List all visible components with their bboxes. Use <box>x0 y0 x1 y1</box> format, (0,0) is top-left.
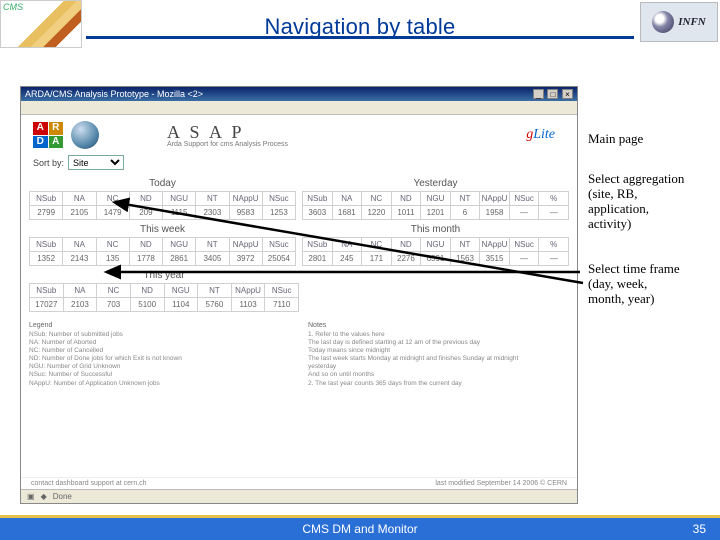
sort-label: Sort by: <box>33 158 64 168</box>
title-underline <box>86 36 634 39</box>
cms-logo <box>0 0 82 48</box>
annot-main: Main page <box>588 132 643 147</box>
section-today: Today <box>29 174 296 191</box>
page-content: A R D A A S A P Arda Support for cms Ana… <box>21 115 577 390</box>
table-row: 17027210370351001104576011037110 <box>30 298 299 312</box>
status-shield-icon: ◆ <box>41 492 47 501</box>
footer-contact: contact dashboard support at cern.ch <box>31 480 147 487</box>
infn-logo: INFN <box>640 2 718 42</box>
minimize-icon[interactable]: _ <box>533 89 544 99</box>
table-row: 28012451712276659115633515—— <box>303 252 569 266</box>
table-thisweek: NSubNANCNDNGUNTNAppUNSuc 135221431351778… <box>29 237 296 266</box>
page-number: 35 <box>693 522 706 536</box>
footer-modified: last modified September 14 2006 © CERN <box>435 480 567 487</box>
asap-subtitle: Arda Support for cms Analysis Process <box>167 141 288 148</box>
slide-header: Navigation by table INFN <box>0 0 720 48</box>
infn-text: INFN <box>678 17 706 28</box>
brand-row: A R D A A S A P Arda Support for cms Ana… <box>33 121 569 149</box>
arda-logo: A R D A <box>33 122 63 148</box>
glite-logo: gLite <box>526 128 555 142</box>
notes-block: Legend NSub: Number of submitted jobs NA… <box>29 322 569 388</box>
status-lock-icon: ▣ <box>27 492 35 501</box>
browser-screenshot: ARDA/CMS Analysis Prototype - Mozilla <2… <box>20 86 578 504</box>
annot-aggregation: Select aggregation (site, RB, applicatio… <box>588 172 684 232</box>
asap-title: A S A P <box>167 122 288 143</box>
table-thismonth: NSubNANCNDNGUNTNAppUNSuc% 28012451712276… <box>302 237 569 266</box>
table-row: 3603168112201011120161958—— <box>303 206 569 220</box>
window-titlebar: ARDA/CMS Analysis Prototype - Mozilla <2… <box>21 87 577 101</box>
browser-statusbar: ▣ ◆ Done <box>21 489 577 503</box>
globe-icon <box>71 121 99 149</box>
table-today: NSubNANCNDNGUNTNAppUNSuc 279921051479209… <box>29 191 296 220</box>
section-thisweek: This week <box>29 220 296 237</box>
section-thisyear: This year <box>29 266 299 283</box>
table-row: 13522143135177828613405397225054 <box>30 252 296 266</box>
section-yesterday: Yesterday <box>302 174 569 191</box>
table-thisyear: NSubNANCNDNGUNTNAppUNSuc 170272103703510… <box>29 283 299 312</box>
window-title: ARDA/CMS Analysis Prototype - Mozilla <2… <box>25 89 203 99</box>
notes-title: Notes <box>308 322 569 331</box>
table-row: 2799210514792091115230395831253 <box>30 206 296 220</box>
page-footer-line: contact dashboard support at cern.ch las… <box>21 477 577 489</box>
status-done: Done <box>53 492 72 501</box>
legend-title: Legend <box>29 322 290 331</box>
table-yesterday: NSubNANCNDNGUNTNAppUNSuc% 36031681122010… <box>302 191 569 220</box>
window-buttons: _ □ × <box>532 89 573 99</box>
footer-center: CMS DM and Monitor <box>302 522 417 536</box>
maximize-icon[interactable]: □ <box>547 89 558 99</box>
sort-row: Sort by: Site <box>33 155 569 170</box>
browser-toolbar <box>21 101 577 115</box>
infn-globe-icon <box>652 11 674 33</box>
close-icon[interactable]: × <box>562 89 573 99</box>
annot-timeframe: Select time frame (day, week, month, yea… <box>588 262 680 307</box>
slide-footer: CMS DM and Monitor 35 <box>0 518 720 540</box>
sort-select[interactable]: Site <box>68 155 124 170</box>
section-thismonth: This month <box>302 220 569 237</box>
